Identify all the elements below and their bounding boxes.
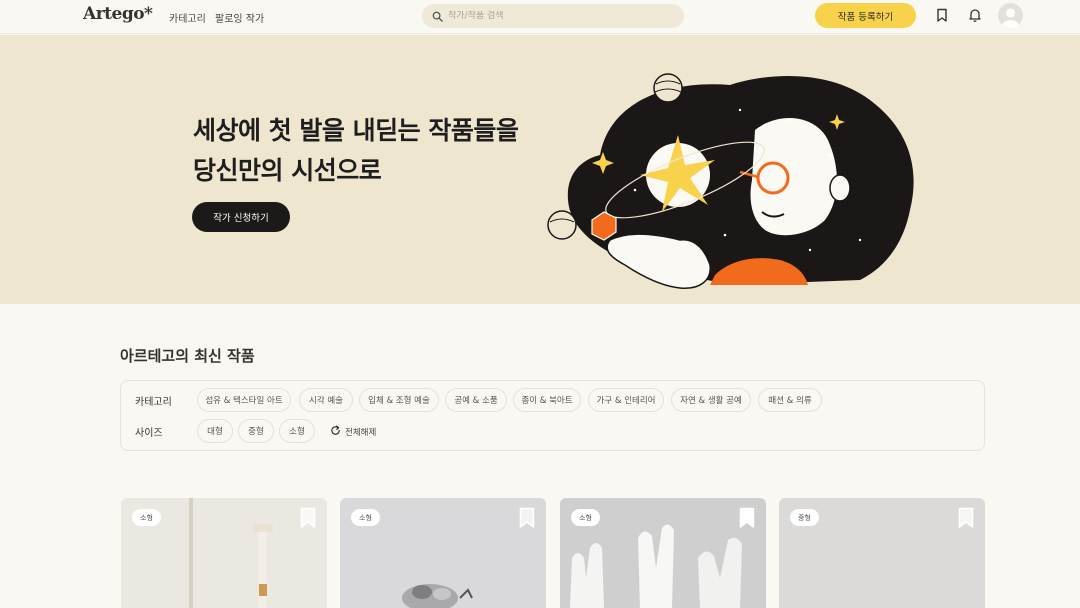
refresh-icon (330, 425, 345, 439)
top-header: Artego* 카테고리 팔로잉 작가 작품 등록하기 (0, 0, 1080, 34)
bookmark-icon[interactable] (519, 507, 535, 529)
reset-filters-label: 전체해제 (345, 428, 377, 438)
size-badge: 소형 (571, 509, 600, 526)
nav-following-artists[interactable]: 팔로잉 작가 (215, 10, 264, 25)
chip-category-textile[interactable]: 섬유 & 텍스타일 아트 (197, 388, 291, 412)
logo[interactable]: Artego* (83, 4, 153, 24)
chip-size-large[interactable]: 대형 (197, 419, 233, 443)
size-filter-label: 사이즈 (135, 428, 163, 439)
chip-category-paper[interactable]: 종이 & 북아트 (513, 388, 581, 412)
bell-icon[interactable] (967, 7, 983, 23)
category-filter-label: 카테고리 (135, 397, 172, 408)
bookmark-icon[interactable] (958, 507, 974, 529)
search-input[interactable] (448, 11, 668, 21)
search-bar[interactable] (422, 4, 684, 28)
chip-category-furniture[interactable]: 가구 & 인테리어 (588, 388, 664, 412)
bookmark-icon[interactable] (300, 507, 316, 529)
reset-filters-button[interactable]: 전체해제 (330, 425, 376, 439)
hero-illustration (547, 73, 914, 289)
bookmark-icon[interactable] (739, 507, 755, 529)
artwork-card[interactable]: 소형 (121, 498, 327, 608)
register-artwork-button[interactable]: 작품 등록하기 (815, 3, 916, 28)
user-avatar-icon[interactable] (998, 3, 1023, 28)
artwork-card[interactable]: 중형 (779, 498, 985, 608)
bookmark-icon[interactable] (934, 7, 950, 23)
hero-title-line1: 세상에 첫 발을 내딛는 작품들을 (193, 116, 519, 145)
size-badge: 소형 (132, 509, 161, 526)
chip-category-visual-art[interactable]: 시각 예술 (299, 388, 353, 412)
chip-category-sculpture[interactable]: 입체 & 조형 예술 (359, 388, 439, 412)
nav-category[interactable]: 카테고리 (169, 10, 206, 25)
chip-size-small[interactable]: 소형 (279, 419, 315, 443)
artwork-card[interactable]: 소형 (560, 498, 766, 608)
size-badge: 중형 (790, 509, 819, 526)
chip-category-nature-craft[interactable]: 자연 & 생활 공예 (671, 388, 751, 412)
filter-panel: 카테고리 섬유 & 텍스타일 아트 시각 예술 입체 & 조형 예술 공예 & … (120, 380, 985, 451)
search-icon (432, 7, 443, 26)
hero-banner: 세상에 첫 발을 내딛는 작품들을 당신만의 시선으로 작가 신청하기 (0, 35, 1080, 304)
apply-artist-button[interactable]: 작가 신청하기 (192, 202, 290, 232)
hero-title-line2: 당신만의 시선으로 (193, 156, 382, 185)
chip-category-craft[interactable]: 공예 & 소품 (445, 388, 507, 412)
artwork-card[interactable]: 소형 (340, 498, 546, 608)
chip-size-medium[interactable]: 중형 (238, 419, 274, 443)
section-title: 아르테고의 최신 작품 (120, 347, 255, 365)
size-badge: 소형 (351, 509, 380, 526)
chip-category-fashion[interactable]: 패션 & 의류 (758, 388, 822, 412)
